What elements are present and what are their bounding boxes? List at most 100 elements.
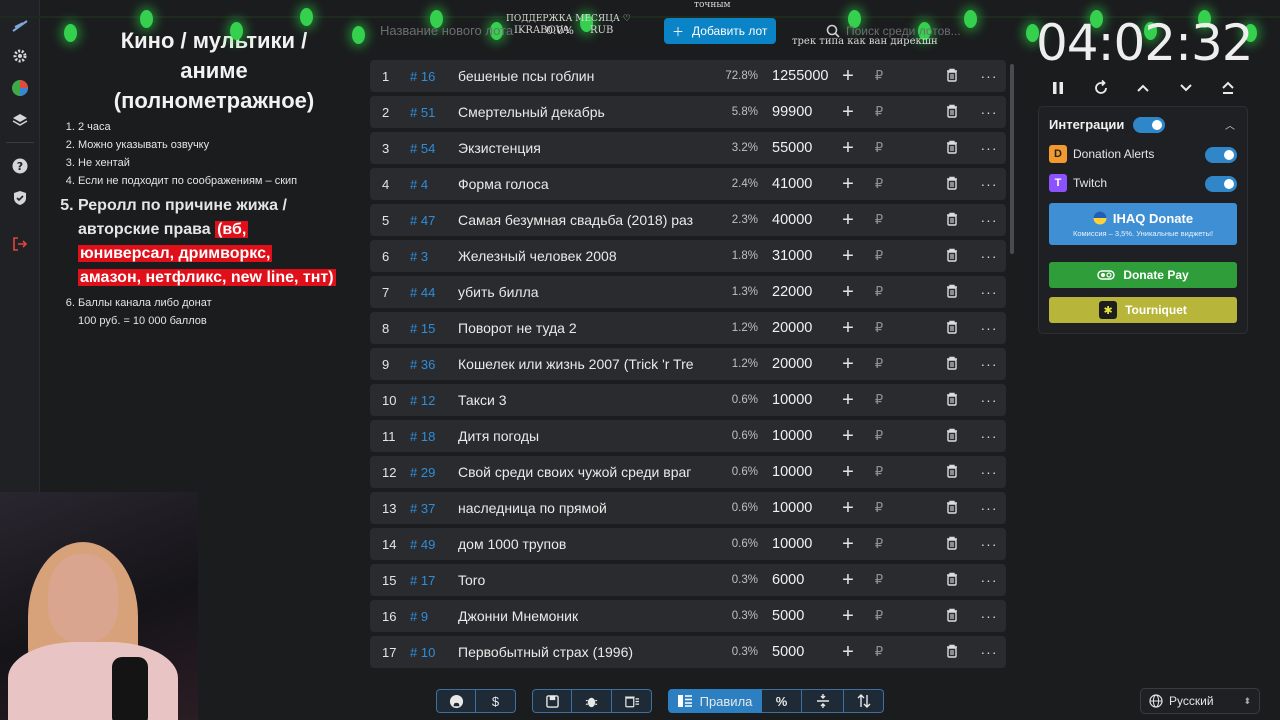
percent-toggle-button[interactable]: %	[762, 689, 802, 713]
more-options-icon[interactable]: ···	[972, 248, 1006, 264]
add-amount-plus-icon[interactable]: +	[832, 605, 864, 628]
reset-button[interactable]	[1089, 76, 1113, 100]
more-options-icon[interactable]: ···	[972, 356, 1006, 372]
lot-row[interactable]: 9 # 36 Кошелек или жизнь 2007 (Trick 'r Tr…	[370, 348, 1006, 380]
lot-row[interactable]: 7 # 44 убить билла 1.3% 22000 + ₽ ···	[370, 276, 1006, 308]
trash-icon[interactable]	[932, 572, 972, 589]
more-options-icon[interactable]: ···	[972, 392, 1006, 408]
trash-icon[interactable]	[932, 536, 972, 553]
more-options-icon[interactable]: ···	[972, 140, 1006, 156]
lot-row[interactable]: 16 # 9 Джонни Мнемоник 0.3% 5000 + ₽ ···	[370, 600, 1006, 632]
lot-row[interactable]: 13 # 37 наследница по прямой 0.6% 10000 + ₽ ···	[370, 492, 1006, 524]
trash-icon[interactable]	[932, 68, 972, 85]
trash-icon[interactable]	[932, 140, 972, 157]
lot-amount[interactable]: 20000	[758, 356, 832, 372]
lot-amount[interactable]: 10000	[758, 428, 832, 444]
add-amount-plus-icon[interactable]: +	[832, 641, 864, 664]
lot-row[interactable]: 4 # 4 Форма голоса 2.4% 41000 + ₽ ···	[370, 168, 1006, 200]
lot-name[interactable]: Поворот не туда 2	[458, 320, 708, 336]
lot-list-scrollbar[interactable]	[1010, 64, 1014, 254]
lot-amount[interactable]: 6000	[758, 572, 832, 588]
lot-id[interactable]: # 18	[406, 429, 458, 444]
lot-id[interactable]: # 54	[406, 141, 458, 156]
lot-name[interactable]: Железный человек 2008	[458, 248, 708, 264]
lot-row[interactable]: 14 # 49 дом 1000 трупов 0.6% 10000 + ₽ ···	[370, 528, 1006, 560]
lot-row[interactable]: 11 # 18 Дитя погоды 0.6% 10000 + ₽ ···	[370, 420, 1006, 452]
add-amount-plus-icon[interactable]: +	[832, 353, 864, 376]
more-options-icon[interactable]: ···	[972, 320, 1006, 336]
more-options-icon[interactable]: ···	[972, 428, 1006, 444]
pie-chart-icon[interactable]	[8, 76, 32, 100]
add-amount-plus-icon[interactable]: +	[832, 209, 864, 232]
donate-pay-button[interactable]: Donate Pay	[1049, 262, 1237, 288]
more-options-icon[interactable]: ···	[972, 464, 1006, 480]
add-amount-plus-icon[interactable]: +	[832, 281, 864, 304]
trash-icon[interactable]	[932, 104, 972, 121]
lot-id[interactable]: # 36	[406, 357, 458, 372]
lot-id[interactable]: # 15	[406, 321, 458, 336]
add-amount-plus-icon[interactable]: +	[832, 425, 864, 448]
help-icon[interactable]: ?	[8, 154, 32, 178]
lot-name[interactable]: Toro	[458, 572, 708, 588]
sort-button[interactable]	[844, 689, 884, 713]
lot-name[interactable]: Такси 3	[458, 392, 708, 408]
add-amount-plus-icon[interactable]: +	[832, 173, 864, 196]
more-options-icon[interactable]: ···	[972, 104, 1006, 120]
more-options-icon[interactable]: ···	[972, 608, 1006, 624]
trash-icon[interactable]	[932, 644, 972, 661]
add-amount-plus-icon[interactable]: +	[832, 245, 864, 268]
lot-amount[interactable]: 20000	[758, 320, 832, 336]
donate-dollar-button[interactable]: $	[476, 689, 516, 713]
gear-icon[interactable]	[8, 44, 32, 68]
lot-row[interactable]: 15 # 17 Toro 0.3% 6000 + ₽ ···	[370, 564, 1006, 596]
add-amount-plus-icon[interactable]: +	[832, 461, 864, 484]
lot-name[interactable]: бешеные псы гоблин	[458, 68, 708, 84]
more-options-icon[interactable]: ···	[972, 572, 1006, 588]
pause-button[interactable]	[1046, 76, 1070, 100]
lot-row[interactable]: 3 # 54 Экзистенция 3.2% 55000 + ₽ ···	[370, 132, 1006, 164]
lot-amount[interactable]: 55000	[758, 140, 832, 156]
lot-row[interactable]: 8 # 15 Поворот не туда 2 1.2% 20000 + ₽ ···	[370, 312, 1006, 344]
lot-amount[interactable]: 1255000	[758, 68, 832, 84]
lot-row[interactable]: 1 # 16 бешеные псы гоблин 72.8% 1255000 + ₽ ···	[370, 60, 1006, 92]
twitch-toggle[interactable]	[1205, 176, 1237, 192]
lot-id[interactable]: # 51	[406, 105, 458, 120]
add-amount-plus-icon[interactable]: +	[832, 317, 864, 340]
lot-name[interactable]: Форма голоса	[458, 176, 708, 192]
trash-icon[interactable]	[932, 176, 972, 193]
rules-button[interactable]: Правила	[668, 689, 762, 713]
github-button[interactable]	[436, 689, 476, 713]
lot-name[interactable]: дом 1000 трупов	[458, 536, 708, 552]
lot-amount[interactable]: 10000	[758, 500, 832, 516]
lot-id[interactable]: # 16	[406, 69, 458, 84]
trash-icon[interactable]	[932, 284, 972, 301]
lot-row[interactable]: 17 # 10 Первобытный страх (1996) 0.3% 5000 + ₽…	[370, 636, 1006, 668]
time-up-button[interactable]	[1131, 76, 1155, 100]
lot-name[interactable]: Дитя погоды	[458, 428, 708, 444]
lot-name[interactable]: Первобытный страх (1996)	[458, 644, 708, 660]
time-max-button[interactable]	[1216, 76, 1240, 100]
lot-amount[interactable]: 5000	[758, 644, 832, 660]
lot-id[interactable]: # 10	[406, 645, 458, 660]
app-logo-icon[interactable]	[8, 14, 32, 38]
add-amount-plus-icon[interactable]: +	[832, 137, 864, 160]
compact-view-button[interactable]	[802, 689, 844, 713]
lot-name[interactable]: Кошелек или жизнь 2007 (Trick 'r Tre	[458, 356, 708, 372]
lot-id[interactable]: # 4	[406, 177, 458, 192]
more-options-icon[interactable]: ···	[972, 500, 1006, 516]
lot-name[interactable]: наследница по прямой	[458, 500, 708, 516]
lot-amount[interactable]: 10000	[758, 464, 832, 480]
add-amount-plus-icon[interactable]: +	[832, 65, 864, 88]
lot-row[interactable]: 5 # 47 Самая безумная свадьба (2018) раз 2.…	[370, 204, 1006, 236]
donation-alerts-toggle[interactable]	[1205, 147, 1237, 163]
lot-amount[interactable]: 22000	[758, 284, 832, 300]
more-options-icon[interactable]: ···	[972, 536, 1006, 552]
tourniquet-button[interactable]: ✱ Tourniquet	[1049, 297, 1237, 323]
lot-id[interactable]: # 17	[406, 573, 458, 588]
trash-icon[interactable]	[932, 464, 972, 481]
lot-row[interactable]: 10 # 12 Такси 3 0.6% 10000 + ₽ ···	[370, 384, 1006, 416]
collapse-chevron-icon[interactable]: ︿	[1225, 117, 1235, 132]
trash-icon[interactable]	[932, 392, 972, 409]
lot-name[interactable]: убить билла	[458, 284, 708, 300]
lot-amount[interactable]: 40000	[758, 212, 832, 228]
